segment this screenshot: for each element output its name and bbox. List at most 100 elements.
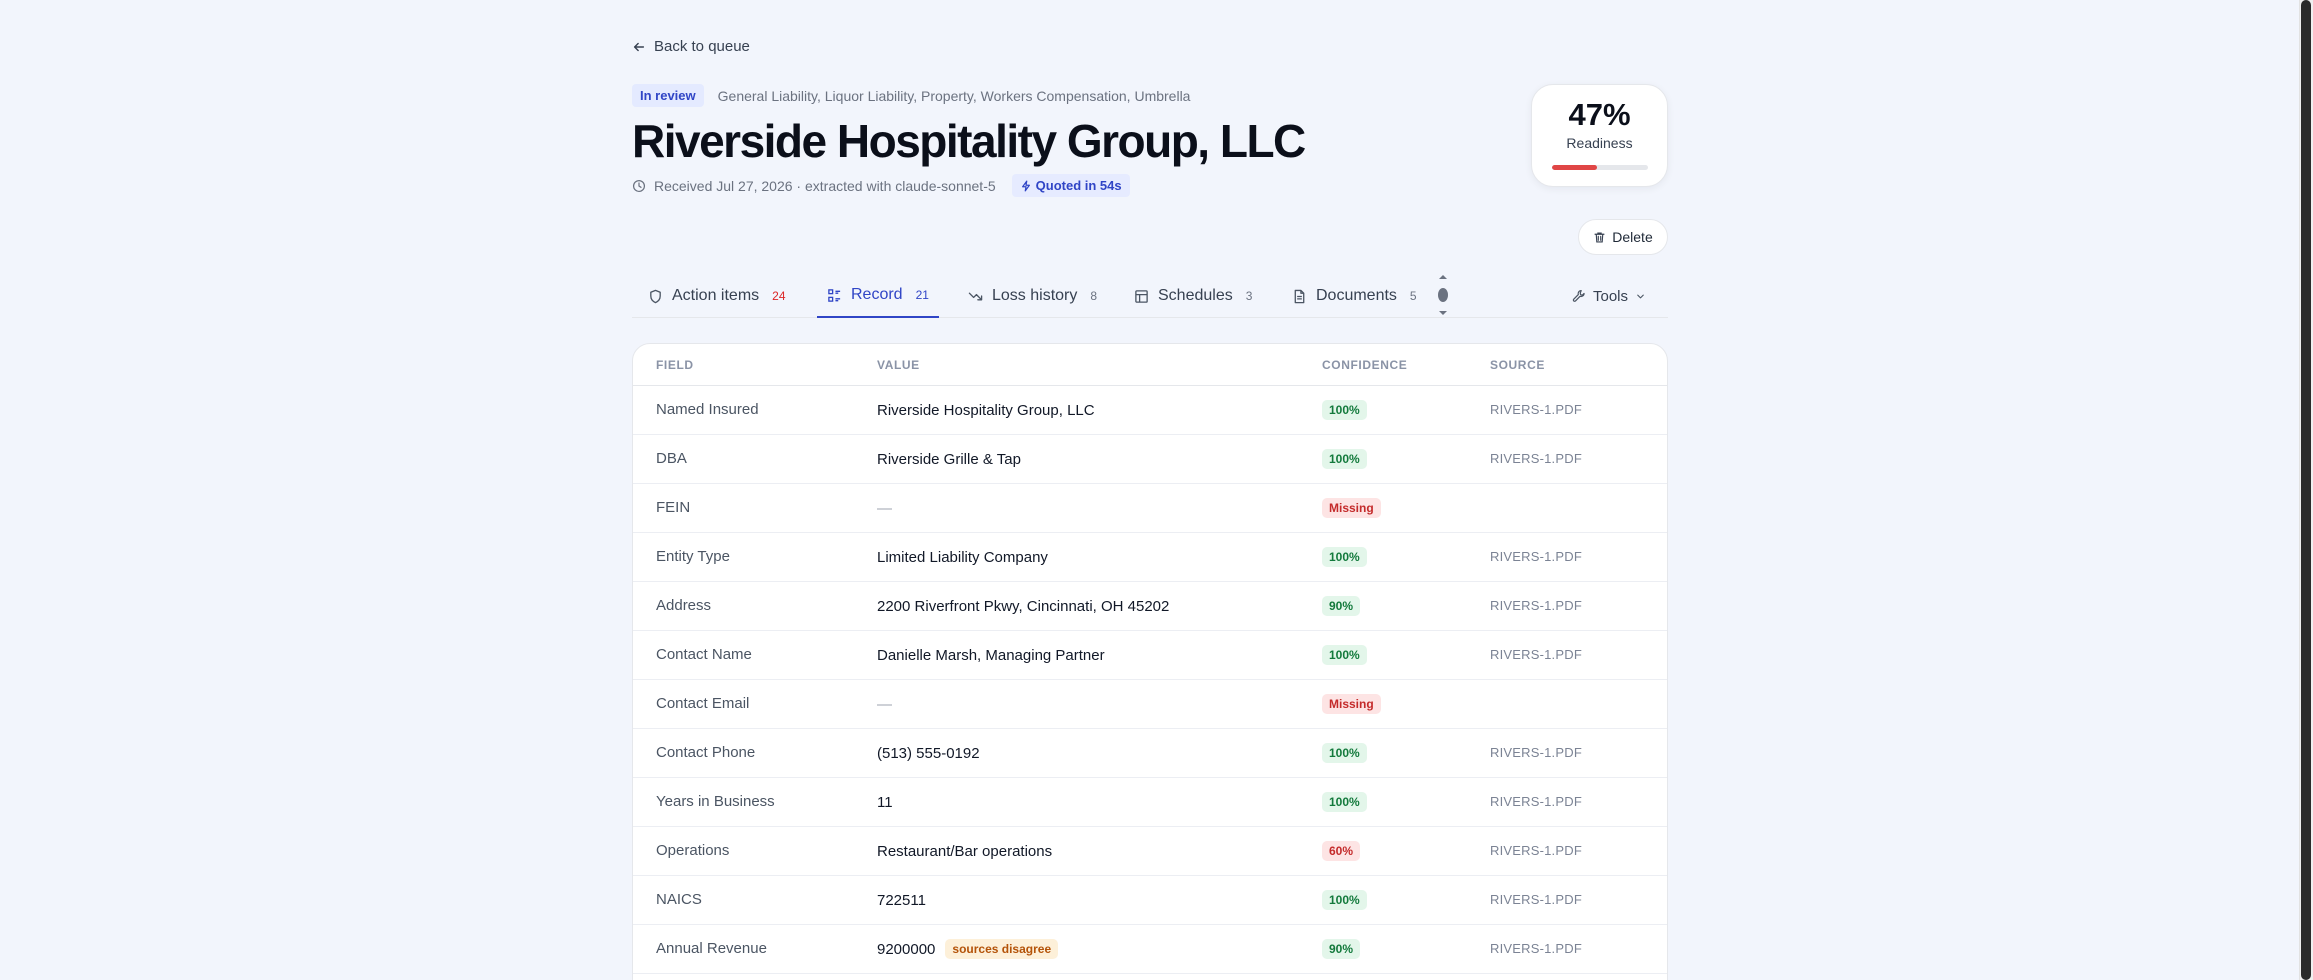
- source-file[interactable]: RIVERS-1.PDF: [1490, 549, 1582, 564]
- delete-button[interactable]: Delete: [1578, 219, 1668, 255]
- source-file[interactable]: RIVERS-1.PDF: [1490, 892, 1582, 907]
- list-icon: [828, 288, 841, 302]
- field-value: 2200 Riverfront Pkwy, Cincinnati, OH 452…: [877, 598, 1322, 615]
- delete-label: Delete: [1612, 229, 1653, 245]
- tab-bar: Action items 24 Record 21 Loss history 8…: [632, 274, 1668, 318]
- field-value-text: 722511: [877, 891, 926, 909]
- tab-documents-label: Documents: [1316, 287, 1397, 304]
- field-value: 722511: [877, 892, 1322, 909]
- tab-scroll-handle[interactable]: [1437, 274, 1449, 316]
- field-name: Named Insured: [656, 401, 759, 418]
- field-value: Riverside Hospitality Group, LLC: [877, 402, 1322, 419]
- tab-action-items[interactable]: Action items 24: [648, 274, 786, 318]
- table-row[interactable]: Contact Name Danielle Marsh, Managing Par…: [633, 631, 1667, 680]
- table-row[interactable]: Annual Revenue 9200000 sources disagree 90%…: [633, 925, 1667, 974]
- field-value-text: Danielle Marsh, Managing Partner: [877, 646, 1105, 664]
- back-to-queue-link[interactable]: Back to queue: [632, 38, 750, 55]
- source-file[interactable]: RIVERS-1.PDF: [1490, 941, 1582, 956]
- table-row[interactable]: FEIN — Missing: [633, 484, 1667, 533]
- confidence-badge: 90%: [1322, 939, 1361, 959]
- source-file[interactable]: RIVERS-1.PDF: [1490, 843, 1582, 858]
- field-value: (513) 555-0192: [877, 745, 1322, 762]
- field-value-text: Riverside Grille & Tap: [877, 450, 1021, 468]
- tab-loss-history-label: Loss history: [992, 287, 1078, 304]
- tab-documents[interactable]: Documents 5: [1292, 274, 1417, 318]
- received-text: Received Jul 27, 2026 · extracted with c…: [654, 177, 996, 194]
- table-row[interactable]: Contact Email — Missing: [633, 680, 1667, 729]
- source-file[interactable]: RIVERS-1.PDF: [1490, 745, 1582, 760]
- header-value: VALUE: [877, 357, 920, 372]
- confidence-badge: 100%: [1322, 547, 1367, 567]
- coverage-lines: General Liability, Liquor Liability, Pro…: [717, 87, 1191, 104]
- field-value-text: Restaurant/Bar operations: [877, 842, 1053, 860]
- source-file[interactable]: RIVERS-1.PDF: [1490, 794, 1582, 809]
- field-value-text: (513) 555-0192: [877, 744, 980, 762]
- source-file[interactable]: RIVERS-1.PDF: [1490, 647, 1582, 662]
- received-info: Received Jul 27, 2026 · extracted with c…: [632, 174, 1130, 197]
- shield-icon: [650, 289, 661, 303]
- field-value-text: 9200000: [877, 940, 936, 958]
- record-table: FIELD VALUE CONFIDENCE SOURCE Named Insu…: [632, 343, 1668, 980]
- tab-record-count: 21: [915, 288, 929, 302]
- table-row[interactable]: Named Insured Riverside Hospitality Group…: [633, 386, 1667, 435]
- field-value-text: —: [877, 695, 892, 713]
- tab-schedules[interactable]: Schedules 3: [1134, 274, 1252, 318]
- field-value-text: 2200 Riverfront Pkwy, Cincinnati, OH 452…: [877, 597, 1170, 615]
- field-name: Entity Type: [656, 548, 730, 565]
- header-source: SOURCE: [1490, 357, 1545, 372]
- lightning-icon: [1021, 180, 1030, 191]
- source-file[interactable]: RIVERS-1.PDF: [1490, 402, 1582, 417]
- page-title: Riverside Hospitality Group, LLC: [632, 115, 1306, 167]
- confidence-badge: 60%: [1322, 841, 1361, 861]
- field-name: Contact Phone: [656, 744, 756, 761]
- table-row[interactable]: NAICS 722511 100% RIVERS-1.PDF: [633, 876, 1667, 925]
- confidence-badge: Missing: [1322, 498, 1381, 518]
- confidence-badge: 100%: [1322, 890, 1367, 910]
- tab-action-items-count: 24: [772, 289, 786, 303]
- field-value: Restaurant/Bar operations: [877, 843, 1322, 860]
- field-name: Annual Revenue: [656, 940, 767, 957]
- table-row[interactable]: Entity Type Limited Liability Company 100%…: [633, 533, 1667, 582]
- table-icon: [1135, 289, 1148, 303]
- source-file[interactable]: RIVERS-1.PDF: [1490, 598, 1582, 613]
- readiness-label: Readiness: [1566, 135, 1633, 151]
- readiness-progress-fill: [1552, 165, 1598, 170]
- tab-loss-history[interactable]: Loss history 8: [968, 274, 1097, 318]
- field-value: Danielle Marsh, Managing Partner: [877, 647, 1322, 664]
- source-file[interactable]: RIVERS-1.PDF: [1490, 451, 1582, 466]
- field-name: NAICS: [656, 891, 702, 908]
- confidence-badge: 100%: [1322, 400, 1367, 420]
- table-row[interactable]: Operations Restaurant/Bar operations 60% RI…: [633, 827, 1667, 876]
- tab-schedules-count: 3: [1245, 289, 1253, 303]
- table-row[interactable]: Contact Phone (513) 555-0192 100% RIVERS-1.…: [633, 729, 1667, 778]
- wrench-icon: [1572, 289, 1585, 302]
- header-confidence: CONFIDENCE: [1322, 357, 1408, 372]
- confidence-badge: 100%: [1322, 743, 1367, 763]
- table-body: Named Insured Riverside Hospitality Group…: [633, 386, 1667, 974]
- page-scrollbar-track[interactable]: [2299, 0, 2313, 980]
- table-header: FIELD VALUE CONFIDENCE SOURCE: [633, 344, 1667, 386]
- sources-disagree-badge: sources disagree: [945, 939, 1059, 959]
- tab-schedules-label: Schedules: [1158, 287, 1233, 304]
- field-value: 9200000 sources disagree: [877, 939, 1322, 959]
- table-row[interactable]: Address 2200 Riverfront Pkwy, Cincinnati,…: [633, 582, 1667, 631]
- submission-meta: In review General Liability, Liquor Liab…: [632, 84, 1190, 107]
- tab-action-items-label: Action items: [672, 287, 760, 304]
- quoted-label: Quoted in 54s: [1035, 178, 1122, 193]
- field-value: Limited Liability Company: [877, 549, 1322, 566]
- readiness-percent: 47%: [1568, 97, 1631, 132]
- tools-menu-button[interactable]: Tools: [1572, 274, 1646, 318]
- field-name: DBA: [656, 450, 687, 467]
- table-row[interactable]: Years in Business 11 100% RIVERS-1.PDF: [633, 778, 1667, 827]
- trend-down-icon: [968, 292, 983, 300]
- table-row[interactable]: DBA Riverside Grille & Tap 100% RIVERS-1.PD…: [633, 435, 1667, 484]
- clock-icon: [632, 179, 646, 192]
- tab-record[interactable]: Record 21: [817, 274, 939, 318]
- submission-detail: Back to queue In review General Liabilit…: [632, 0, 1668, 980]
- field-value: —: [877, 696, 1322, 713]
- header-field: FIELD: [656, 357, 694, 372]
- field-value-text: Riverside Hospitality Group, LLC: [877, 401, 1095, 419]
- field-name: Contact Name: [656, 646, 752, 663]
- page-scrollbar-thumb[interactable]: [2301, 0, 2311, 980]
- arrow-left-icon: [633, 42, 645, 51]
